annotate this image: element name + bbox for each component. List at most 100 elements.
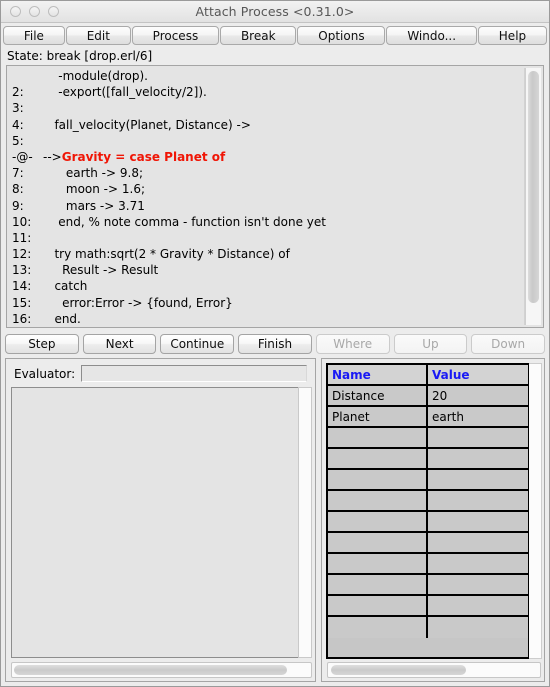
- binding-name-cell[interactable]: [328, 470, 428, 489]
- code-scroll-thumb[interactable]: [528, 71, 539, 303]
- line-number: 13:: [12, 263, 32, 278]
- table-row[interactable]: [328, 449, 528, 470]
- code-line[interactable]: 5:: [9, 133, 524, 149]
- bindings-vertical-scrollbar[interactable]: [529, 363, 542, 659]
- table-row[interactable]: [328, 512, 528, 533]
- attach-process-window: Attach Process <0.31.0> File Edit Proces…: [0, 0, 550, 687]
- binding-name-cell[interactable]: [328, 617, 428, 638]
- code-line[interactable]: 12: try math:sqrt(2 * Gravity * Distance…: [9, 246, 524, 262]
- code-line[interactable]: 11:: [9, 230, 524, 246]
- bindings-hscroll-thumb[interactable]: [331, 665, 466, 675]
- evaluator-hscroll-thumb[interactable]: [14, 665, 287, 675]
- binding-name-cell[interactable]: [328, 491, 428, 510]
- table-row[interactable]: Distance 20: [328, 386, 528, 407]
- binding-name-cell[interactable]: [328, 449, 428, 468]
- source-code-listing[interactable]: -module(drop). 2: -export([fall_velocity/…: [9, 68, 525, 325]
- code-line-text: earth -> 9.8;: [43, 166, 144, 181]
- evaluator-output[interactable]: [11, 387, 298, 658]
- table-row[interactable]: [328, 575, 528, 596]
- menu-edit[interactable]: Edit: [65, 25, 131, 45]
- code-line[interactable]: 3:: [9, 100, 524, 116]
- binding-value-cell[interactable]: [428, 617, 528, 638]
- bindings-column-header[interactable]: Value: [428, 365, 528, 384]
- binding-value-cell[interactable]: [428, 491, 528, 510]
- table-row[interactable]: [328, 533, 528, 554]
- code-line[interactable]: 14: catch: [9, 278, 524, 294]
- binding-value-cell[interactable]: [428, 428, 528, 447]
- bindings-panel: Name Value Distance 20 Planet earth: [321, 358, 545, 682]
- code-line[interactable]: 13: Result -> Result: [9, 262, 524, 278]
- binding-name-cell[interactable]: Planet: [328, 407, 428, 426]
- state-label: State: break [drop.erl/6]: [1, 47, 549, 65]
- table-row[interactable]: [328, 470, 528, 491]
- binding-name-cell[interactable]: [328, 428, 428, 447]
- code-line-text: end, % note comma - function isn't done …: [43, 214, 326, 229]
- binding-value-cell[interactable]: [428, 449, 528, 468]
- title-bar: Attach Process <0.31.0>: [1, 1, 549, 23]
- code-line[interactable]: 4: fall_velocity(Planet, Distance) ->: [9, 117, 524, 133]
- window-title: Attach Process <0.31.0>: [195, 4, 355, 19]
- evaluator-output-wrap: [11, 387, 312, 659]
- evaluator-vertical-scrollbar[interactable]: [298, 387, 312, 658]
- menu-options[interactable]: Options: [297, 25, 386, 45]
- evaluator-horizontal-scrollbar[interactable]: [11, 662, 312, 678]
- binding-value-cell[interactable]: earth: [428, 407, 528, 426]
- code-line[interactable]: 15: error:Error -> {found, Error}: [9, 295, 524, 311]
- binding-name-cell[interactable]: [328, 554, 428, 573]
- menu-window[interactable]: Windo...: [386, 25, 477, 45]
- line-number: 9:: [12, 198, 24, 213]
- binding-value-cell[interactable]: [428, 533, 528, 552]
- zoom-button[interactable]: [48, 6, 59, 17]
- up-button: Up: [393, 333, 468, 354]
- minimize-button[interactable]: [29, 6, 40, 17]
- code-vertical-scrollbar[interactable]: [525, 68, 541, 325]
- code-line[interactable]: 10: end, % note comma - function isn't d…: [9, 214, 524, 230]
- close-button[interactable]: [10, 6, 21, 17]
- code-line[interactable]: -module(drop).: [9, 68, 524, 84]
- menu-break[interactable]: Break: [220, 25, 297, 45]
- binding-value-cell[interactable]: [428, 470, 528, 489]
- binding-value-cell[interactable]: [428, 596, 528, 615]
- table-row[interactable]: [328, 428, 528, 449]
- binding-value-cell[interactable]: [428, 554, 528, 573]
- table-row[interactable]: [328, 617, 528, 638]
- next-button[interactable]: Next: [82, 333, 157, 354]
- bindings-table[interactable]: Name Value Distance 20 Planet earth: [326, 363, 529, 659]
- code-line-text: catch: [43, 279, 88, 294]
- code-line[interactable]: 16: end.: [9, 311, 524, 325]
- menu-file[interactable]: File: [3, 25, 65, 45]
- continue-button[interactable]: Continue: [160, 333, 235, 354]
- step-button[interactable]: Step: [5, 333, 79, 354]
- line-number: 3:: [12, 101, 24, 116]
- traffic-lights: [10, 6, 59, 17]
- menu-help[interactable]: Help: [477, 25, 548, 45]
- finish-button[interactable]: Finish: [238, 333, 312, 354]
- code-line-current[interactable]: -@- -->Gravity = case Planet of: [9, 149, 524, 165]
- source-code-pane: -module(drop). 2: -export([fall_velocity/…: [6, 65, 544, 328]
- table-row[interactable]: [328, 554, 528, 575]
- table-row[interactable]: [328, 491, 528, 512]
- code-line[interactable]: 2: -export([fall_velocity/2]).: [9, 84, 524, 100]
- binding-name-cell[interactable]: Distance: [328, 386, 428, 405]
- code-line-text: Result -> Result: [43, 263, 159, 278]
- table-row[interactable]: Planet earth: [328, 407, 528, 428]
- binding-name-cell[interactable]: [328, 575, 428, 594]
- bindings-column-header[interactable]: Name: [328, 365, 428, 384]
- code-line[interactable]: 9: mars -> 3.71: [9, 198, 524, 214]
- binding-value-cell[interactable]: 20: [428, 386, 528, 405]
- binding-name-cell[interactable]: [328, 533, 428, 552]
- line-number: 15:: [12, 295, 32, 310]
- code-line[interactable]: 8: moon -> 1.6;: [9, 181, 524, 197]
- code-line[interactable]: 7: earth -> 9.8;: [9, 165, 524, 181]
- binding-value-cell[interactable]: [428, 512, 528, 531]
- binding-name-cell[interactable]: [328, 596, 428, 615]
- binding-name-cell[interactable]: [328, 512, 428, 531]
- menu-process[interactable]: Process: [131, 25, 220, 45]
- evaluator-input[interactable]: [81, 365, 307, 382]
- table-row[interactable]: [328, 596, 528, 617]
- binding-value-cell[interactable]: [428, 575, 528, 594]
- bindings-horizontal-scrollbar[interactable]: [327, 662, 541, 678]
- code-line-text: end.: [43, 311, 81, 325]
